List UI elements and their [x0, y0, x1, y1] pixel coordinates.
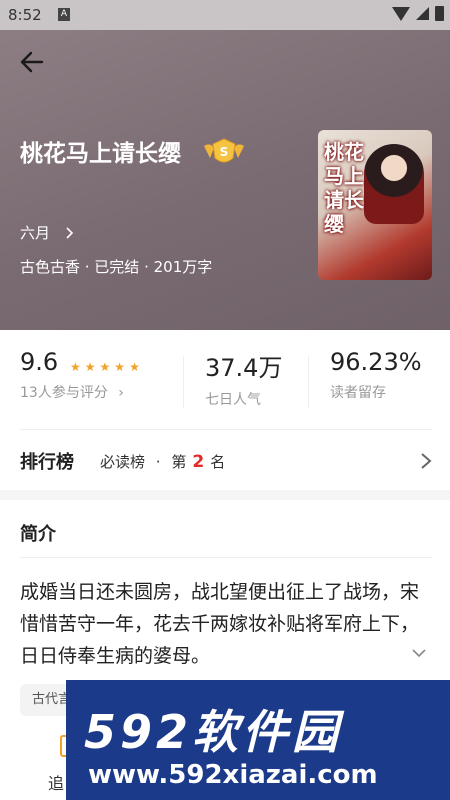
section-gap — [0, 490, 450, 500]
watermark-logo-number: 592 — [84, 705, 193, 759]
back-arrow-icon[interactable] — [18, 48, 46, 76]
author-link[interactable]: 六月 — [20, 222, 74, 243]
retention-value: 96.23% — [330, 348, 422, 376]
ranking-separator: · — [155, 452, 161, 471]
star-icon: ★ — [129, 360, 140, 374]
book-title: 桃花马上请长缨 — [20, 141, 181, 167]
stats-row: 9.6 13人参与评分 › ★ ★ ★ ★ ★ 37.4万 七日人气 96.23… — [0, 330, 450, 430]
chevron-right-icon — [421, 453, 432, 469]
divider — [308, 356, 309, 408]
watermark: 592软件园 www.592xiazai.com — [66, 680, 450, 800]
divider — [20, 429, 432, 430]
watermark-logo-text: 软件园 — [192, 705, 343, 759]
ranking-prefix: 第 — [171, 452, 187, 471]
add-to-shelf-label[interactable]: 追 — [48, 770, 64, 794]
chevron-down-icon[interactable] — [412, 648, 426, 658]
star-icon: ★ — [70, 360, 81, 374]
star-icon: ★ — [99, 360, 111, 374]
status-bar: 8:52 A — [0, 0, 450, 30]
book-cover[interactable]: 桃花马上请长缨 — [318, 130, 432, 280]
chevron-right-icon: › — [118, 385, 124, 401]
star-icon: ★ — [114, 360, 126, 374]
watermark-url: www.592xiazai.com — [88, 760, 378, 790]
ranking-list-name: 必读榜 — [100, 452, 146, 471]
divider — [20, 557, 432, 558]
star-icon: ★ — [84, 360, 96, 374]
rating-label: 13人参与评分 — [20, 385, 108, 401]
rating-stars: ★ ★ ★ ★ ★ — [70, 360, 140, 374]
popularity-value: 37.4万 — [205, 354, 283, 382]
book-header: 8:52 A 桃花马上请长缨 S 六月 古色古香 · 已完结 · 201万字 桃… — [0, 0, 450, 330]
rating-stat[interactable]: 9.6 13人参与评分 › — [20, 348, 124, 402]
vip-badge-letter: S — [220, 145, 229, 159]
ranking-suffix: 名 — [210, 452, 226, 471]
popularity-label: 七日人气 — [205, 392, 261, 408]
retention-stat: 96.23% 读者留存 — [330, 348, 422, 402]
popularity-stat: 37.4万 七日人气 — [205, 348, 282, 409]
retention-label: 读者留存 — [330, 385, 386, 401]
chevron-right-icon — [66, 226, 74, 239]
wifi-icon — [392, 6, 410, 21]
ranking-title: 排行榜 — [20, 452, 74, 473]
watermark-logo: 592软件园 — [84, 696, 342, 762]
divider — [183, 356, 184, 408]
intro-title: 简介 — [20, 524, 56, 545]
cover-title: 桃花马上请长缨 — [324, 140, 364, 236]
author-name: 六月 — [20, 224, 51, 242]
status-time: 8:52 — [8, 6, 42, 24]
ranking-number: 2 — [192, 451, 205, 472]
signal-icon — [416, 7, 429, 20]
intro-text: 成婚当日还未圆房，战北望便出征上了战场，宋惜惜苦守一年，花去千两嫁妆补贴将军府上… — [20, 581, 420, 667]
battery-icon — [435, 6, 444, 21]
ranking-row[interactable]: 排行榜 必读榜 · 第2名 — [20, 446, 432, 476]
notification-a-icon: A — [58, 8, 70, 21]
book-meta: 古色古香 · 已完结 · 201万字 — [20, 258, 213, 276]
vip-badge-icon: S — [204, 138, 244, 163]
cover-figure — [364, 144, 424, 224]
ranking-detail: 必读榜 · 第2名 — [100, 451, 225, 472]
